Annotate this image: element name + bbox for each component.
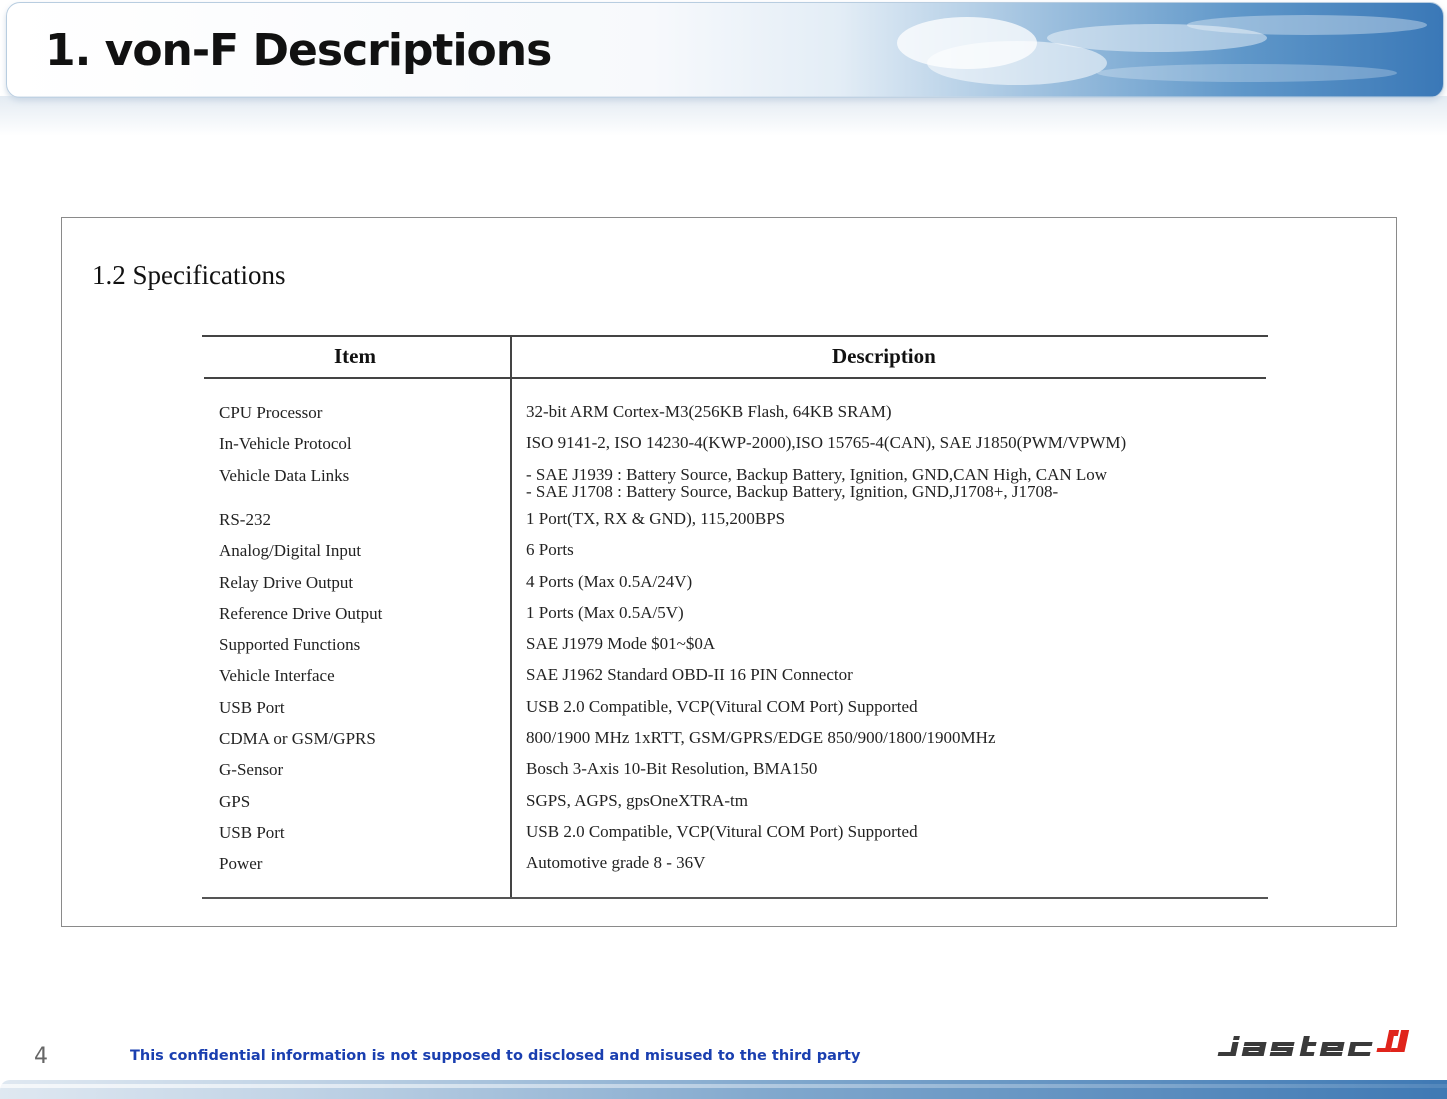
spec-description-line: Automotive grade 8 - 36V (526, 853, 706, 873)
spec-description-line: SAE J1979 Mode $01~$0A (526, 634, 716, 654)
content-panel: 1.2 Specifications Item Description CPU … (61, 217, 1397, 927)
spec-item-label: Reference Drive Output (219, 603, 383, 623)
spec-description-line: - SAE J1939 : Battery Source, Backup Bat… (526, 464, 1108, 484)
spec-description-line: ISO 9141-2, ISO 14230-4(KWP-2000),ISO 15… (526, 433, 1127, 453)
spec-description-line: USB 2.0 Compatible, VCP(Vitural COM Port… (526, 821, 918, 841)
spec-description: - SAE J1939 : Battery Source, Backup Bat… (526, 466, 1107, 500)
footer-sheen (0, 1084, 1447, 1088)
page-title: 1. von-F Descriptions (45, 25, 552, 76)
spec-item-label: GPS (219, 791, 251, 811)
spec-description-line: 1 Ports (Max 0.5A/5V) (526, 602, 684, 622)
spec-description: Bosch 3-Axis 10-Bit Resolution, BMA150 (526, 760, 817, 777)
spec-description-line: Bosch 3-Axis 10-Bit Resolution, BMA150 (526, 759, 818, 779)
spec-description-line: 1 Port(TX, RX & GND), 115,200BPS (526, 508, 786, 528)
spec-item-label: Supported Functions (219, 635, 361, 655)
spec-item-label: Vehicle Data Links (219, 465, 350, 485)
spec-description-line: 32-bit ARM Cortex-M3(256KB Flash, 64KB S… (526, 402, 892, 421)
spec-description: 1 Port(TX, RX & GND), 115,200BPS (526, 510, 785, 527)
spec-description: 4 Ports (Max 0.5A/24V) (526, 573, 692, 590)
spec-description: SAE J1962 Standard OBD-II 16 PIN Connect… (526, 666, 853, 683)
table-top-rule (202, 335, 1268, 337)
footer-bar (0, 1080, 1447, 1099)
spec-item-label: CPU Processor (219, 403, 323, 422)
spec-item-label: Analog/Digital Input (219, 541, 362, 561)
spec-description: USB 2.0 Compatible, VCP(Vitural COM Port… (526, 823, 918, 840)
table-column-divider (510, 337, 512, 897)
table-header-rule (204, 377, 1266, 379)
spec-description-line: 4 Ports (Max 0.5A/24V) (526, 571, 693, 591)
confidential-notice: This confidential information is not sup… (130, 1048, 861, 1064)
spec-item-label: USB Port (219, 697, 285, 717)
spec-description: SAE J1979 Mode $01~$0A (526, 635, 715, 652)
page-number: 4 (34, 1044, 48, 1069)
spec-description: 6 Ports (526, 541, 574, 558)
spec-item-label: Vehicle Interface (219, 666, 335, 686)
column-header-description: Description (832, 344, 936, 368)
spec-description: USB 2.0 Compatible, VCP(Vitural COM Port… (526, 698, 918, 715)
spec-description-line: - SAE J1708 : Battery Source, Backup Bat… (526, 481, 1059, 501)
spec-item-label: In-Vehicle Protocol (219, 434, 352, 454)
spec-item-label: CDMA or GSM/GPRS (219, 729, 376, 748)
column-header-item: Item (334, 344, 376, 368)
section-title: 1.2 Specifications (92, 260, 286, 290)
header-banner: 1. von-F Descriptions (6, 2, 1444, 98)
spec-description-line: 800/1900 MHz 1xRTT, GSM/GPRS/EDGE 850/90… (526, 728, 996, 747)
spec-description: ISO 9141-2, ISO 14230-4(KWP-2000),ISO 15… (526, 434, 1126, 451)
spec-item-label: USB Port (219, 822, 285, 842)
spec-item-label: G-Sensor (219, 760, 284, 780)
spec-description-line: SGPS, AGPS, gpsOneXTRA-tm (526, 790, 748, 810)
spec-description: 32-bit ARM Cortex-M3(256KB Flash, 64KB S… (526, 403, 892, 420)
header-shadow (0, 96, 1447, 136)
spec-description-line: USB 2.0 Compatible, VCP(Vitural COM Port… (526, 696, 918, 716)
spec-description-line: 6 Ports (526, 540, 574, 560)
table-bottom-rule (202, 897, 1268, 899)
spec-item-label: Relay Drive Output (219, 572, 354, 592)
spec-item-label: RS-232 (219, 509, 271, 529)
jastec-logo (1217, 1030, 1410, 1056)
spec-item-label: Power (219, 854, 263, 874)
spec-description-line: SAE J1962 Standard OBD-II 16 PIN Connect… (526, 665, 853, 685)
spec-description: Automotive grade 8 - 36V (526, 854, 705, 871)
spec-description: 800/1900 MHz 1xRTT, GSM/GPRS/EDGE 850/90… (526, 729, 995, 746)
spec-description: 1 Ports (Max 0.5A/5V) (526, 604, 684, 621)
spec-description: SGPS, AGPS, gpsOneXTRA-tm (526, 792, 748, 809)
